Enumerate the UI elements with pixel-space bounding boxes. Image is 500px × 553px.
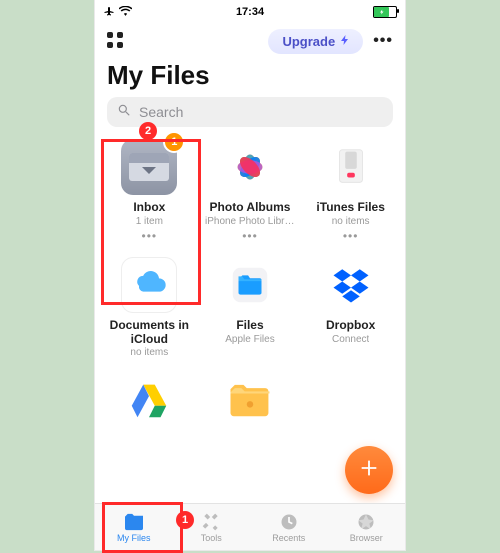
folder-name: Documents in iCloud <box>104 319 194 347</box>
airplane-icon <box>103 5 115 20</box>
more-icon[interactable]: ••• <box>373 32 393 50</box>
folder-icon <box>222 372 278 428</box>
status-time: 17:34 <box>236 6 264 18</box>
tab-tools[interactable]: Tools <box>173 504 251 550</box>
battery-icon <box>373 6 397 18</box>
wifi-icon <box>119 6 132 19</box>
folder-name: Files <box>236 319 263 333</box>
tab-recents[interactable]: Recents <box>250 504 328 550</box>
folder-tile-documents-icloud[interactable]: Documents in iCloud no items <box>99 257 200 359</box>
folder-sub: Connect <box>332 334 369 345</box>
tab-label: My Files <box>117 533 151 543</box>
tab-browser[interactable]: Browser <box>328 504 406 550</box>
google-drive-icon <box>121 372 177 428</box>
status-bar: 17:34 <box>95 0 405 22</box>
folder-tile-inbox[interactable]: 1 Inbox 1 item ••• <box>99 139 200 243</box>
bolt-icon <box>339 34 351 49</box>
upgrade-button[interactable]: Upgrade <box>268 29 363 54</box>
badge: 1 <box>165 133 183 151</box>
browser-tab-icon <box>356 512 376 532</box>
folder-sub: no items <box>130 347 168 358</box>
inbox-icon: 1 <box>121 139 177 195</box>
tile-more-icon[interactable]: ••• <box>242 229 258 243</box>
recents-tab-icon <box>279 512 299 532</box>
page-title: My Files <box>95 60 405 97</box>
folder-sub: iPhone Photo Libra... <box>205 216 295 227</box>
folders-grid: 1 Inbox 1 item ••• <box>95 135 405 430</box>
tile-more-icon[interactable]: ••• <box>343 229 359 243</box>
folder-tile-photo-albums[interactable]: Photo Albums iPhone Photo Libra... ••• <box>200 139 301 243</box>
folder-tile-files[interactable]: Files Apple Files <box>200 257 301 359</box>
tile-more-icon[interactable]: ••• <box>142 229 158 243</box>
my-files-tab-icon <box>123 512 145 532</box>
search-input[interactable] <box>137 103 383 121</box>
folder-name: Inbox <box>133 201 165 215</box>
itunes-file-icon <box>323 139 379 195</box>
icloud-icon <box>121 257 177 313</box>
grid-view-icon[interactable] <box>107 32 125 50</box>
apple-files-icon <box>222 257 278 313</box>
folder-name: Dropbox <box>326 319 375 333</box>
tab-label: Browser <box>350 533 383 543</box>
plus-icon <box>358 457 380 484</box>
upgrade-label: Upgrade <box>282 34 335 49</box>
folder-sub: 1 item <box>136 216 163 227</box>
folder-name: Photo Albums <box>210 201 291 215</box>
folder-sub: no items <box>332 216 370 227</box>
folder-tile-itunes[interactable]: iTunes Files no items ••• <box>300 139 401 243</box>
folder-tile-dropbox[interactable]: Dropbox Connect <box>300 257 401 359</box>
dropbox-icon <box>323 257 379 313</box>
tools-tab-icon <box>201 512 221 532</box>
tab-label: Recents <box>272 533 305 543</box>
tab-my-files[interactable]: My Files <box>95 504 173 550</box>
folder-name: iTunes Files <box>316 201 384 215</box>
folder-sub: Apple Files <box>225 334 274 345</box>
add-button[interactable] <box>345 446 393 494</box>
device-frame: 17:34 Upgrade ••• My Files <box>95 0 405 550</box>
photos-flower-icon <box>222 139 278 195</box>
tab-bar: My Files Tools Recents Browser <box>95 503 405 550</box>
tab-label: Tools <box>201 533 222 543</box>
search-field[interactable] <box>107 97 393 127</box>
app-header: Upgrade ••• <box>95 22 405 60</box>
folder-tile-gdrive[interactable] <box>99 372 200 430</box>
folder-tile-generic[interactable] <box>200 372 301 430</box>
search-icon <box>117 103 131 122</box>
